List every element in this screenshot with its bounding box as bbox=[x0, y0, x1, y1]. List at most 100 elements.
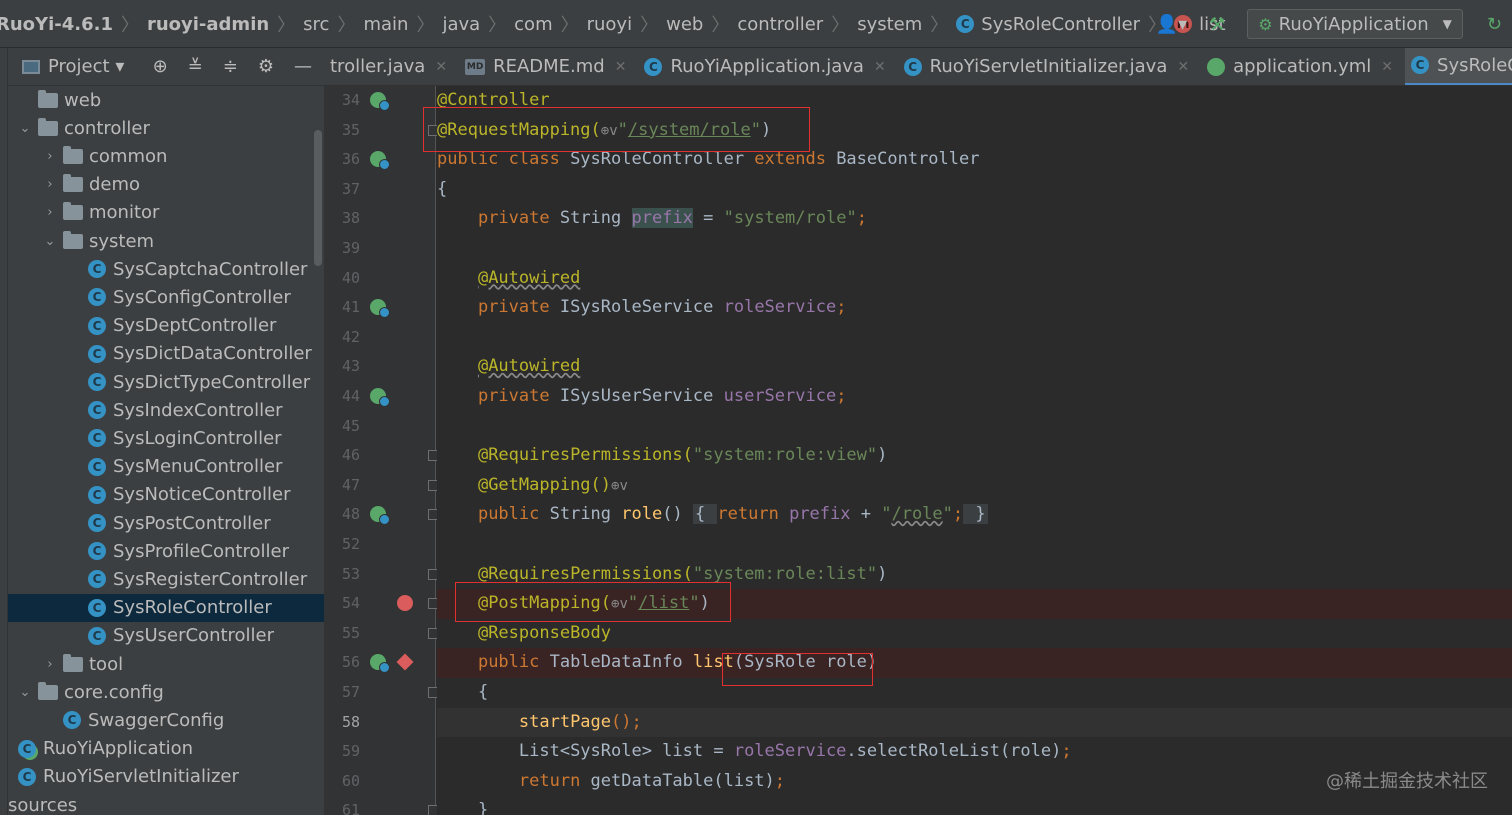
tree-item[interactable]: sources bbox=[8, 791, 324, 815]
tree-item[interactable]: C SysConfigController bbox=[8, 283, 324, 311]
tree-item[interactable]: C SysProfileController bbox=[8, 537, 324, 565]
code-line-55[interactable]: @ResponseBody bbox=[437, 619, 1512, 649]
close-icon[interactable]: ✕ bbox=[435, 59, 447, 75]
method-breakpoint-icon[interactable] bbox=[396, 653, 414, 671]
tree-item[interactable]: web bbox=[8, 86, 324, 114]
editor-tab[interactable]: application.yml ✕ bbox=[1201, 48, 1405, 85]
code-line-34[interactable]: @Controller bbox=[437, 86, 1512, 116]
code-line-59[interactable]: List<SysRole> list = roleService.selectR… bbox=[437, 737, 1512, 767]
code-line-48[interactable]: public String role() { return prefix + "… bbox=[437, 500, 1512, 530]
update-icon[interactable]: ↻ bbox=[1487, 14, 1502, 35]
close-icon[interactable]: ✕ bbox=[1177, 59, 1189, 75]
collapse-all-icon[interactable]: ≑ bbox=[223, 56, 238, 77]
tree-item[interactable]: C SwaggerConfig bbox=[8, 706, 324, 734]
code-line-38[interactable]: private String prefix = "system/role"; bbox=[437, 204, 1512, 234]
tree-item[interactable]: C SysPostController bbox=[8, 509, 324, 537]
hammer-icon[interactable]: ⚒ bbox=[1209, 14, 1225, 35]
globe-icon[interactable]: ⊕v bbox=[601, 123, 618, 139]
breadcrumb-system[interactable]: system bbox=[857, 14, 922, 35]
tree-item[interactable]: ⌄ controller bbox=[8, 114, 324, 142]
spring-bean-icon[interactable] bbox=[370, 299, 390, 319]
globe-icon[interactable]: ⊕v bbox=[611, 478, 628, 494]
breadcrumb-class[interactable]: SysRoleController bbox=[981, 14, 1140, 35]
breadcrumb-project[interactable]: RuoYi-4.6.1 bbox=[0, 14, 113, 35]
tree-item[interactable]: ⌄ core.config bbox=[8, 678, 324, 706]
chevron-right-icon[interactable]: › bbox=[41, 205, 59, 220]
user-icon[interactable]: 👤▾ bbox=[1156, 14, 1187, 35]
breadcrumb-module[interactable]: ruoyi-admin bbox=[147, 14, 269, 35]
tree-item[interactable]: C SysUserController bbox=[8, 622, 324, 650]
tree-item[interactable]: C SysRegisterController bbox=[8, 565, 324, 593]
chevron-right-icon[interactable]: › bbox=[41, 177, 59, 192]
code-line-47[interactable]: @GetMapping()⊕v bbox=[437, 471, 1512, 501]
code-line-39[interactable] bbox=[437, 234, 1512, 264]
editor-tab[interactable]: C RuoYiApplication.java ✕ bbox=[638, 48, 897, 85]
chevron-down-icon[interactable]: ⌄ bbox=[16, 685, 34, 700]
tree-item[interactable]: › demo bbox=[8, 171, 324, 199]
code-line-61[interactable]: } bbox=[437, 796, 1512, 815]
editor-tab[interactable]: C SysRoleControlle bbox=[1405, 48, 1512, 85]
tree-item[interactable]: C SysDictTypeController bbox=[8, 368, 324, 396]
editor-tab[interactable]: MD README.md ✕ bbox=[459, 48, 638, 85]
editor-tab[interactable]: troller.java ✕ bbox=[324, 48, 459, 85]
tree-item[interactable]: › tool bbox=[8, 650, 324, 678]
code-line-44[interactable]: private ISysUserService userService; bbox=[437, 382, 1512, 412]
tree-item[interactable]: C SysLoginController bbox=[8, 424, 324, 452]
tree-item[interactable]: C SysDictDataController bbox=[8, 340, 324, 368]
code-line-45[interactable] bbox=[437, 412, 1512, 442]
chevron-right-icon[interactable]: › bbox=[41, 149, 59, 164]
code-line-43[interactable]: @Autowired bbox=[437, 352, 1512, 382]
chevron-right-icon[interactable]: › bbox=[41, 657, 59, 672]
target-icon[interactable]: ⊕ bbox=[153, 56, 168, 77]
code-line-57[interactable]: { bbox=[437, 678, 1512, 708]
tree-item[interactable]: › common bbox=[8, 142, 324, 170]
code-line-35[interactable]: @RequestMapping(⊕v"/system/role") bbox=[437, 116, 1512, 146]
code-line-58[interactable]: startPage(); bbox=[437, 707, 1512, 738]
chevron-down-icon[interactable]: ⌄ bbox=[41, 234, 59, 249]
breadcrumb-src[interactable]: src bbox=[303, 14, 329, 35]
tree-scrollbar[interactable] bbox=[314, 130, 322, 266]
code-editor[interactable]: @Controller @RequestMapping(⊕v"/system/r… bbox=[437, 86, 1512, 815]
code-line-52[interactable] bbox=[437, 530, 1512, 560]
close-icon[interactable]: ✕ bbox=[615, 59, 627, 75]
editor-tab[interactable]: C RuoYiServletInitializer.java ✕ bbox=[898, 48, 1201, 85]
gear-icon[interactable]: ⚙ bbox=[258, 56, 274, 77]
editor-gutter[interactable]: 34 35 36 37 38 39 40 41 42 43 44 45 46 47 48 52 53 54 55 56… bbox=[324, 86, 439, 815]
tree-item[interactable]: C SysCaptchaController bbox=[8, 255, 324, 283]
run-configuration-select[interactable]: ⚙ RuoYiApplication ▼ bbox=[1247, 9, 1463, 39]
close-icon[interactable]: ✕ bbox=[1381, 59, 1393, 75]
code-line-54[interactable]: @PostMapping(⊕v"/list") bbox=[437, 589, 1512, 619]
spring-bean-icon[interactable] bbox=[370, 151, 390, 171]
code-line-53[interactable]: @RequiresPermissions("system:role:list") bbox=[437, 560, 1512, 590]
project-view-select[interactable]: Project ▾ bbox=[48, 56, 124, 77]
spring-bean-icon[interactable] bbox=[370, 92, 390, 111]
code-line-40[interactable]: @Autowired bbox=[437, 264, 1512, 294]
breadcrumb-main[interactable]: main bbox=[363, 14, 408, 35]
globe-icon[interactable]: ⊕v bbox=[611, 596, 628, 612]
tree-item[interactable]: C SysDeptController bbox=[8, 312, 324, 340]
tree-item[interactable]: C RuoYiServletInitializer bbox=[8, 763, 324, 791]
breadcrumb-ruoyi[interactable]: ruoyi bbox=[587, 14, 632, 35]
code-line-46[interactable]: @RequiresPermissions("system:role:view") bbox=[437, 441, 1512, 471]
chevron-down-icon[interactable]: ⌄ bbox=[16, 121, 34, 136]
code-line-37[interactable]: { bbox=[437, 175, 1512, 205]
spring-bean-icon[interactable] bbox=[370, 654, 390, 674]
close-icon[interactable]: ✕ bbox=[874, 59, 886, 75]
code-line-42[interactable] bbox=[437, 323, 1512, 353]
breadcrumb-controller[interactable]: controller bbox=[737, 14, 823, 35]
spring-bean-icon[interactable] bbox=[370, 388, 390, 407]
expand-all-icon[interactable]: ≚ bbox=[188, 56, 203, 77]
minimize-icon[interactable]: — bbox=[294, 56, 312, 77]
code-line-56[interactable]: public TableDataInfo list(SysRole role) bbox=[437, 648, 1512, 678]
tree-item[interactable]: C SysMenuController bbox=[8, 453, 324, 481]
tree-item[interactable]: ⌄ system bbox=[8, 227, 324, 255]
breadcrumb-web[interactable]: web bbox=[666, 14, 703, 35]
breadcrumb-java[interactable]: java bbox=[442, 14, 480, 35]
spring-bean-icon[interactable] bbox=[370, 506, 390, 526]
tree-item[interactable]: C RuoYiApplication bbox=[8, 735, 324, 763]
tree-item[interactable]: C SysRoleController bbox=[8, 593, 324, 622]
tree-item[interactable]: C SysIndexController bbox=[8, 396, 324, 424]
code-line-36[interactable]: public class SysRoleController extends B… bbox=[437, 145, 1512, 175]
code-line-41[interactable]: private ISysRoleService roleService; bbox=[437, 293, 1512, 323]
breakpoint-icon[interactable] bbox=[397, 595, 413, 612]
